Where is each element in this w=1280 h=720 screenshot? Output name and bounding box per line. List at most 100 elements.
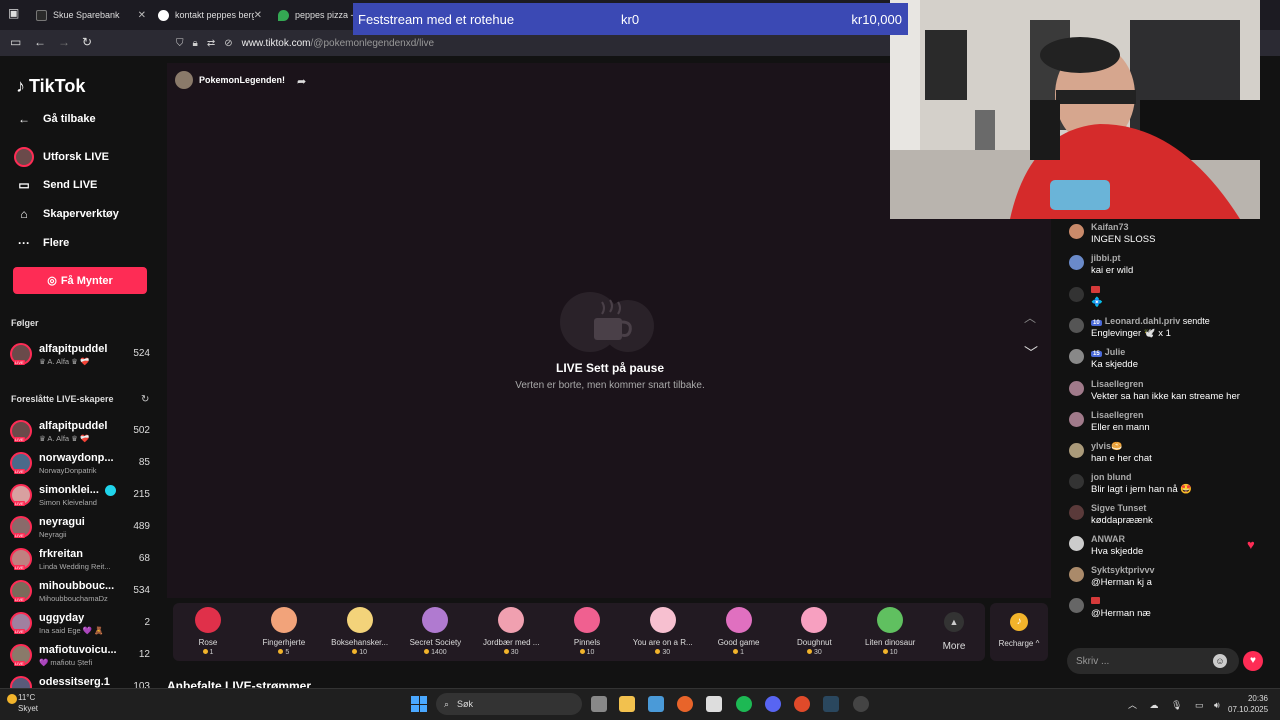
chat-avatar[interactable] <box>1069 536 1084 551</box>
sidebar-toggle-icon[interactable]: ▭ <box>10 35 21 49</box>
chat-message: 💠 <box>1069 285 1269 313</box>
suggested-user[interactable]: LIVE uggyday Ina said Ege 💜 🧸 2 <box>10 609 152 637</box>
gift-price: 30 <box>625 649 701 656</box>
close-tab-icon[interactable]: ✕ <box>254 10 262 21</box>
gift-item[interactable]: Rose 1 <box>170 607 246 656</box>
cloud-icon[interactable]: ☁ <box>1150 700 1159 710</box>
notes-app-icon[interactable] <box>706 696 722 712</box>
permissions-icon[interactable]: ⇄ <box>207 38 215 49</box>
suggested-user[interactable]: LIVE norwaydonp... NorwayDonpatrik 85 <box>10 449 152 477</box>
following-user[interactable]: LIVE alfapitpuddel ♛ A. Alfa ♛ ❤️‍🩹 524 <box>10 340 152 368</box>
spotify-icon[interactable] <box>736 696 752 712</box>
recharge-button[interactable]: ♪ Recharge ^ <box>990 603 1048 661</box>
share-icon[interactable]: ➦ <box>297 75 306 88</box>
chat-avatar[interactable] <box>1069 349 1084 364</box>
suggested-user[interactable]: LIVE neyragui Neyragii 489 <box>10 513 152 541</box>
chat-user[interactable]: Sigve Tunset <box>1091 503 1146 513</box>
refresh-icon[interactable]: ↻ <box>141 394 149 405</box>
volume-icon[interactable]: 🔊︎ <box>1214 700 1220 710</box>
camera-off-icon[interactable]: ⊘ <box>224 38 232 49</box>
back-icon[interactable]: ← <box>34 35 46 49</box>
photos-icon[interactable] <box>648 696 664 712</box>
app-icon[interactable] <box>853 696 869 712</box>
chat-avatar[interactable] <box>1069 474 1084 489</box>
emoji-icon[interactable]: ☺ <box>1213 654 1227 668</box>
firefox-icon[interactable] <box>677 696 693 712</box>
nav-go-live[interactable]: ▭ Send LIVE <box>14 178 97 192</box>
suggested-user[interactable]: LIVE frkreitan Linda Wedding Reit... 68 <box>10 545 152 573</box>
chat-user[interactable]: ANWAR <box>1091 534 1125 544</box>
chevron-up-icon[interactable]: ︿ <box>1128 700 1137 710</box>
tab-overview-icon[interactable]: ▣ <box>8 6 19 20</box>
file-explorer-icon[interactable] <box>619 696 635 712</box>
next-stream-icon[interactable]: ﹀ <box>1024 343 1038 363</box>
url-bar[interactable]: ⛉ 🔒︎ ⇄ ⊘ www.tiktok.com /@pokemonlegende… <box>176 33 886 53</box>
clock[interactable]: 20:36 07.10.2025 <box>1228 693 1268 715</box>
chat-user[interactable]: Leonard.dahl.priv <box>1105 316 1181 326</box>
gift-item[interactable]: Good game 1 <box>701 607 777 656</box>
viewer-count: 524 <box>133 348 150 359</box>
nav-go-back[interactable]: ← Gå tilbake <box>14 112 96 126</box>
chat-user[interactable]: ylvis🥯 <box>1091 441 1122 451</box>
chat-user[interactable]: jon blund <box>1091 472 1132 482</box>
chat-avatar[interactable] <box>1069 381 1084 396</box>
like-button[interactable]: ♥ <box>1243 651 1263 671</box>
chat-avatar[interactable] <box>1069 505 1084 520</box>
chat-user[interactable]: Kaifan73 <box>1091 222 1129 232</box>
network-icon[interactable]: ▭ <box>1195 700 1204 710</box>
suggested-user[interactable]: LIVE alfapitpuddel ♛ A. Alfa ♛ ❤️‍🩹 502 <box>10 417 152 445</box>
chat-avatar[interactable] <box>1069 255 1084 270</box>
suggested-user[interactable]: LIVE mafiotuvoicu... 💜 mafiotu Ștefi 12 <box>10 641 152 669</box>
gift-item[interactable]: Pinnels 10 <box>549 607 625 656</box>
close-tab-icon[interactable]: ✕ <box>138 10 146 21</box>
nav-explore-live[interactable]: Utforsk LIVE <box>14 147 109 167</box>
weather-widget[interactable]: 11°C Skyet <box>7 692 38 714</box>
browser-tab-1[interactable]: Skue Sparebank ✕ <box>30 3 152 27</box>
get-coins-button[interactable]: ◎ Få Mynter <box>13 267 147 294</box>
nav-creator-tools[interactable]: ⌂ Skaperverktøy <box>14 207 118 221</box>
start-button[interactable] <box>411 696 427 712</box>
gift-item[interactable]: Jordbær med ... 30 <box>473 607 549 656</box>
chat-user[interactable]: Syktsyktprivvv <box>1091 565 1155 575</box>
mic-icon[interactable]: 🎙︎ <box>1171 700 1182 710</box>
gift-item[interactable]: You are on a R... 30 <box>625 607 701 656</box>
chat-user[interactable]: Lisaellegren <box>1091 410 1144 420</box>
chat-avatar[interactable] <box>1069 287 1084 302</box>
chat-avatar[interactable] <box>1069 412 1084 427</box>
system-tray[interactable]: ︿ ☁ 🎙︎ ▭ 🔊︎ <box>1128 698 1220 711</box>
steam-icon[interactable] <box>823 696 839 712</box>
lock-icon[interactable]: 🔒︎ <box>193 38 198 49</box>
chat-user[interactable]: Lisaellegren <box>1091 379 1144 389</box>
chat-avatar[interactable] <box>1069 567 1084 582</box>
gift-item[interactable]: Doughnut 30 <box>776 607 852 656</box>
suggested-user[interactable]: LIVE simonklei... Simon Kleiveland 215 <box>10 481 152 509</box>
gift-item[interactable]: Fingerhjerte 5 <box>246 607 322 656</box>
task-view-icon[interactable] <box>591 696 607 712</box>
taskbar-search[interactable]: ⌕ Søk <box>436 693 582 715</box>
forward-icon[interactable]: → <box>58 35 70 49</box>
discord-icon[interactable] <box>765 696 781 712</box>
chat-avatar[interactable] <box>1069 443 1084 458</box>
nav-more[interactable]: ··· Flere <box>14 236 69 250</box>
shield-icon[interactable]: ⛉ <box>176 38 184 49</box>
chat-user[interactable]: jibbi.pt <box>1091 253 1121 263</box>
gift-price: 5 <box>246 649 322 656</box>
host-info[interactable]: PokemonLegenden! <box>175 71 285 89</box>
brave-icon[interactable] <box>794 696 810 712</box>
gift-item[interactable]: Secret Society 1400 <box>397 607 473 656</box>
browser-tab-3[interactable]: peppes pizza - Go <box>272 3 368 27</box>
chat-user[interactable]: Julie <box>1105 347 1126 357</box>
chat-avatar[interactable] <box>1069 224 1084 239</box>
previous-stream-icon[interactable]: ︿ <box>1024 309 1036 326</box>
chat-avatar[interactable] <box>1069 318 1084 333</box>
reload-icon[interactable]: ↻ <box>82 35 92 49</box>
more-gifts-button[interactable]: ▲ More <box>940 612 968 652</box>
chat-avatar[interactable] <box>1069 598 1084 613</box>
tiktok-logo[interactable]: ♪ TikTok <box>16 76 85 97</box>
coins-label: Få Mynter <box>60 274 113 287</box>
live-badge: LIVE <box>14 437 25 442</box>
gift-item[interactable]: Liten dinosaur 10 <box>852 607 928 656</box>
gift-item[interactable]: Boksehansker... 10 <box>322 607 398 656</box>
browser-tab-2[interactable]: kontakt peppes bergen ✕ <box>152 3 268 27</box>
suggested-user[interactable]: LIVE mihoubbouc... MihoubbouchamaDz 534 <box>10 577 152 605</box>
